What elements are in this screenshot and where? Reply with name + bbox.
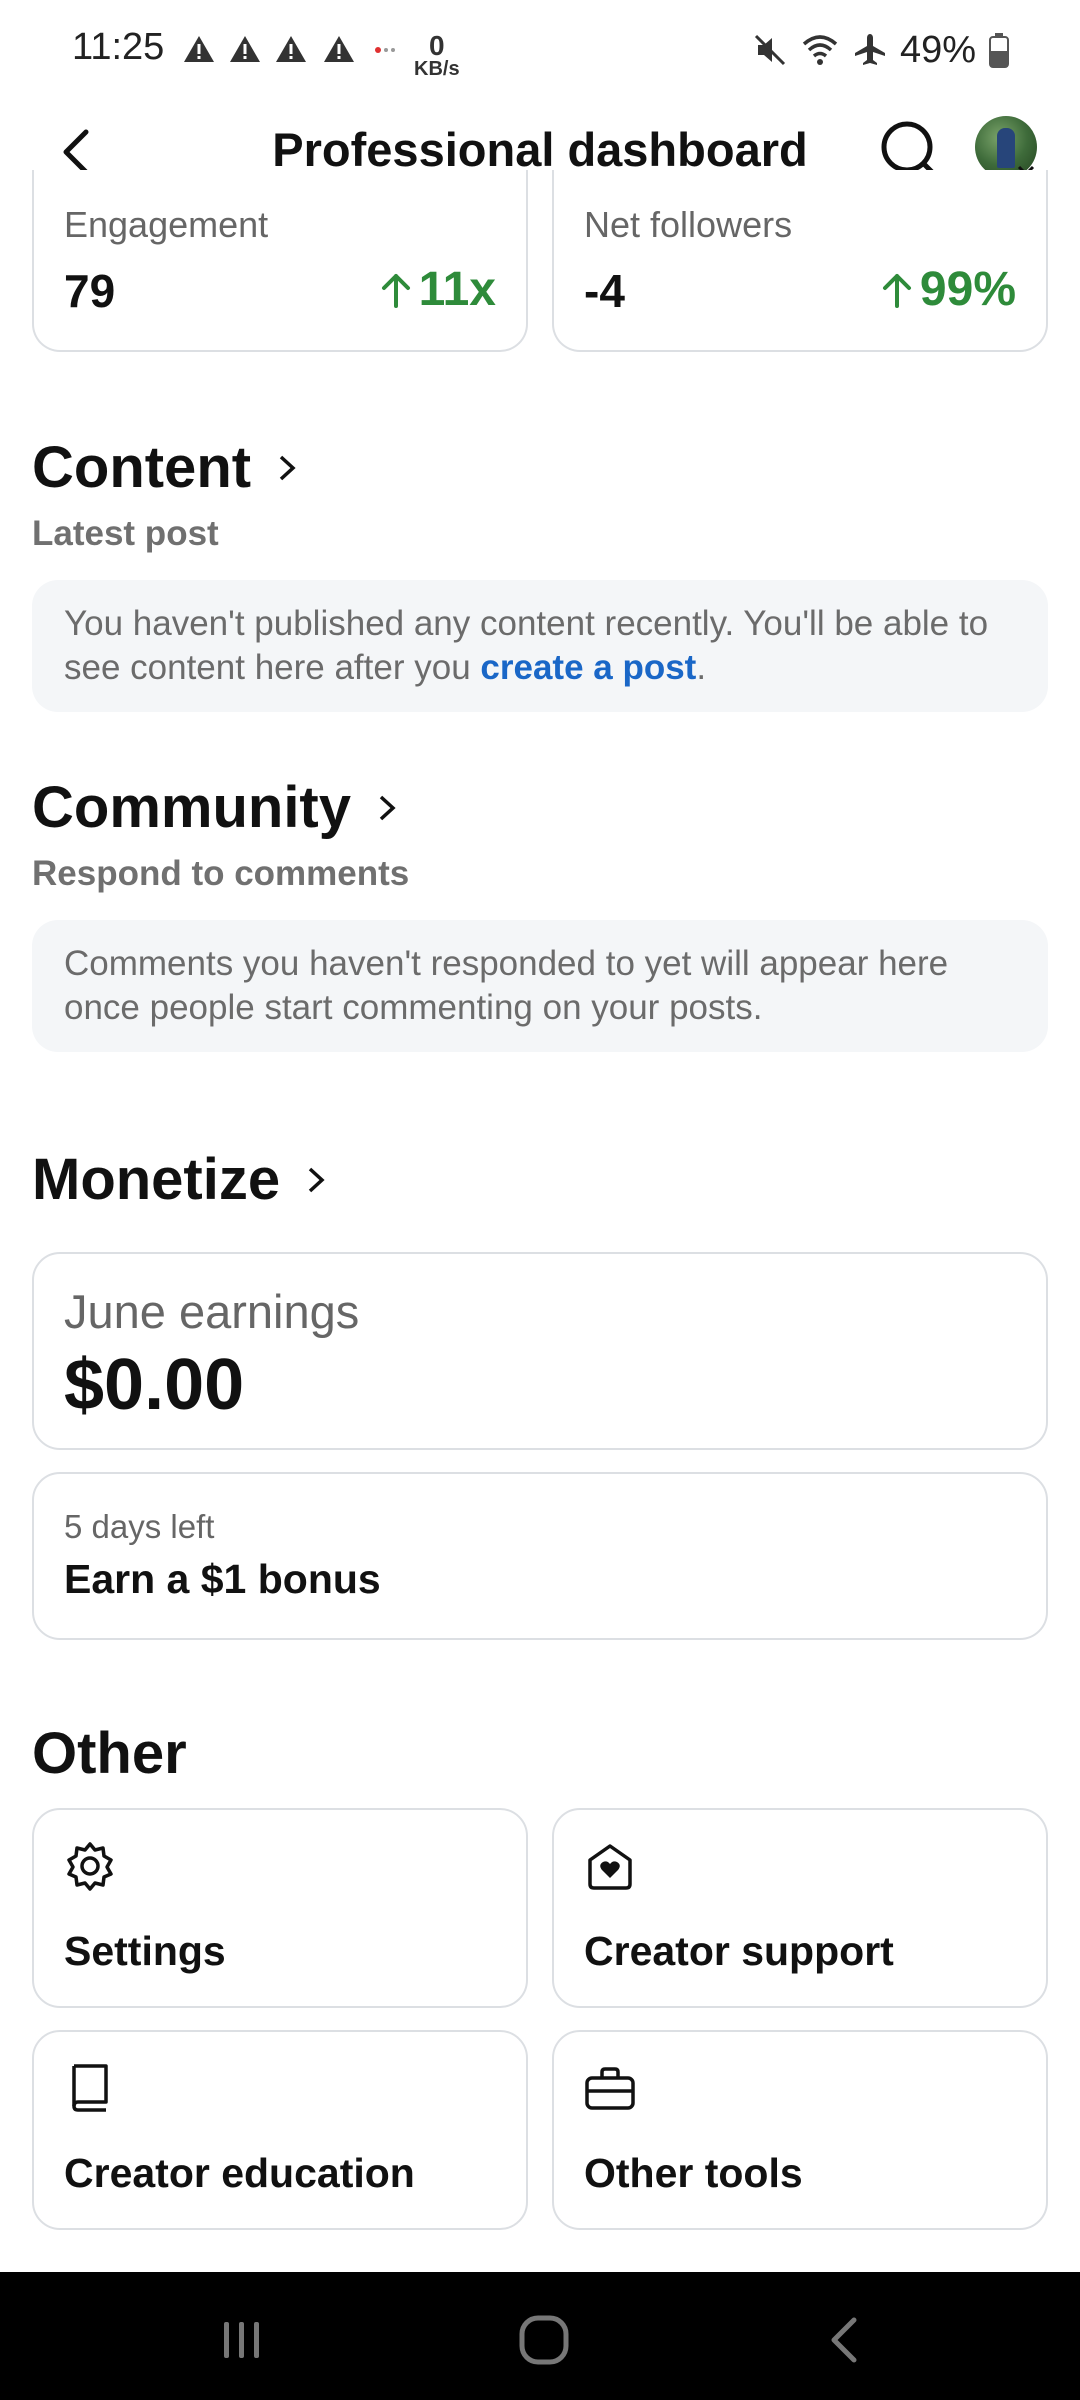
section-community-header[interactable]: Community bbox=[32, 774, 399, 841]
earnings-label: June earnings bbox=[64, 1285, 360, 1338]
stat-change: 99% bbox=[880, 262, 1016, 317]
stat-label: Engagement bbox=[64, 204, 269, 245]
home-icon[interactable] bbox=[514, 2312, 574, 2368]
chevron-right-icon bbox=[279, 455, 296, 480]
section-content-header[interactable]: Content bbox=[32, 434, 299, 501]
network-speed-unit: KB/s bbox=[414, 58, 460, 80]
wifi-icon bbox=[802, 35, 838, 65]
bonus-title: Earn a $1 bonus bbox=[64, 1556, 381, 1602]
section-subtitle: Latest post bbox=[32, 514, 219, 553]
stat-change-value: 99% bbox=[919, 263, 1016, 316]
content-empty-message: You haven't published any content recent… bbox=[32, 580, 1048, 712]
status-time: 11:25 bbox=[72, 26, 165, 68]
tile-label: Settings bbox=[64, 1928, 226, 1974]
network-speed-value: 0 bbox=[429, 30, 445, 61]
tile-label: Creator education bbox=[64, 2150, 415, 2196]
stat-card-net-followers[interactable]: Net followers -4 99% bbox=[552, 170, 1048, 352]
arrow-up-icon bbox=[381, 273, 410, 308]
section-subtitle: Respond to comments bbox=[32, 854, 410, 893]
warning-icon bbox=[184, 36, 214, 62]
section-monetize-header[interactable]: Monetize bbox=[32, 1146, 328, 1213]
recent-apps-icon[interactable] bbox=[212, 2312, 272, 2368]
battery-percent: 49% bbox=[899, 28, 976, 71]
section-title: Content bbox=[32, 435, 252, 500]
status-bar: 11:25 0 KB/s 49% bbox=[0, 0, 1080, 104]
avatar-figure bbox=[997, 128, 1015, 168]
chevron-right-icon bbox=[308, 1167, 325, 1192]
section-title: Monetize bbox=[32, 1147, 281, 1212]
briefcase-icon bbox=[585, 2067, 635, 2110]
message-suffix: . bbox=[696, 648, 707, 687]
section-title: Other bbox=[32, 1721, 187, 1786]
stat-card-engagement[interactable]: Engagement 79 11x bbox=[32, 170, 528, 352]
tile-label: Creator support bbox=[584, 1928, 894, 1974]
earnings-value: $0.00 bbox=[64, 1345, 245, 1425]
community-empty-message: Comments you haven't responded to yet wi… bbox=[32, 920, 1048, 1052]
earnings-card[interactable]: June earnings $0.00 bbox=[32, 1252, 1048, 1450]
system-nav-bar bbox=[0, 2272, 1080, 2400]
tile-other-tools[interactable]: Other tools bbox=[552, 2030, 1048, 2230]
status-right: 49% bbox=[752, 28, 1010, 72]
battery-icon bbox=[989, 33, 1009, 68]
network-speed: 0 KB/s bbox=[414, 30, 460, 80]
stat-value: 79 bbox=[64, 265, 116, 317]
mute-icon bbox=[754, 34, 785, 66]
stat-value: -4 bbox=[584, 265, 625, 317]
section-other-header: Other bbox=[32, 1720, 187, 1787]
bonus-days-left: 5 days left bbox=[64, 1508, 215, 1545]
section-title: Community bbox=[32, 775, 351, 840]
warning-icon bbox=[230, 36, 260, 62]
airplane-icon bbox=[854, 34, 885, 65]
tile-label: Other tools bbox=[584, 2150, 803, 2196]
tile-creator-support[interactable]: Creator support bbox=[552, 1808, 1048, 2008]
warning-icon bbox=[276, 36, 306, 62]
book-icon bbox=[72, 2064, 108, 2112]
tile-creator-education[interactable]: Creator education bbox=[32, 2030, 528, 2230]
gear-icon bbox=[67, 1842, 113, 1891]
tile-settings[interactable]: Settings bbox=[32, 1808, 528, 2008]
back-nav-icon[interactable] bbox=[816, 2312, 876, 2368]
warning-icon bbox=[324, 36, 354, 62]
stat-change: 11x bbox=[379, 262, 496, 317]
arrow-up-icon bbox=[882, 273, 911, 308]
notification-dots-icon bbox=[375, 47, 395, 53]
bonus-card[interactable]: 5 days left Earn a $1 bonus bbox=[32, 1472, 1048, 1640]
chevron-right-icon bbox=[379, 795, 396, 820]
create-post-link[interactable]: create a post bbox=[480, 648, 696, 687]
support-heart-icon bbox=[588, 1844, 632, 1890]
stat-change-value: 11x bbox=[418, 263, 496, 316]
stat-label: Net followers bbox=[584, 204, 793, 245]
